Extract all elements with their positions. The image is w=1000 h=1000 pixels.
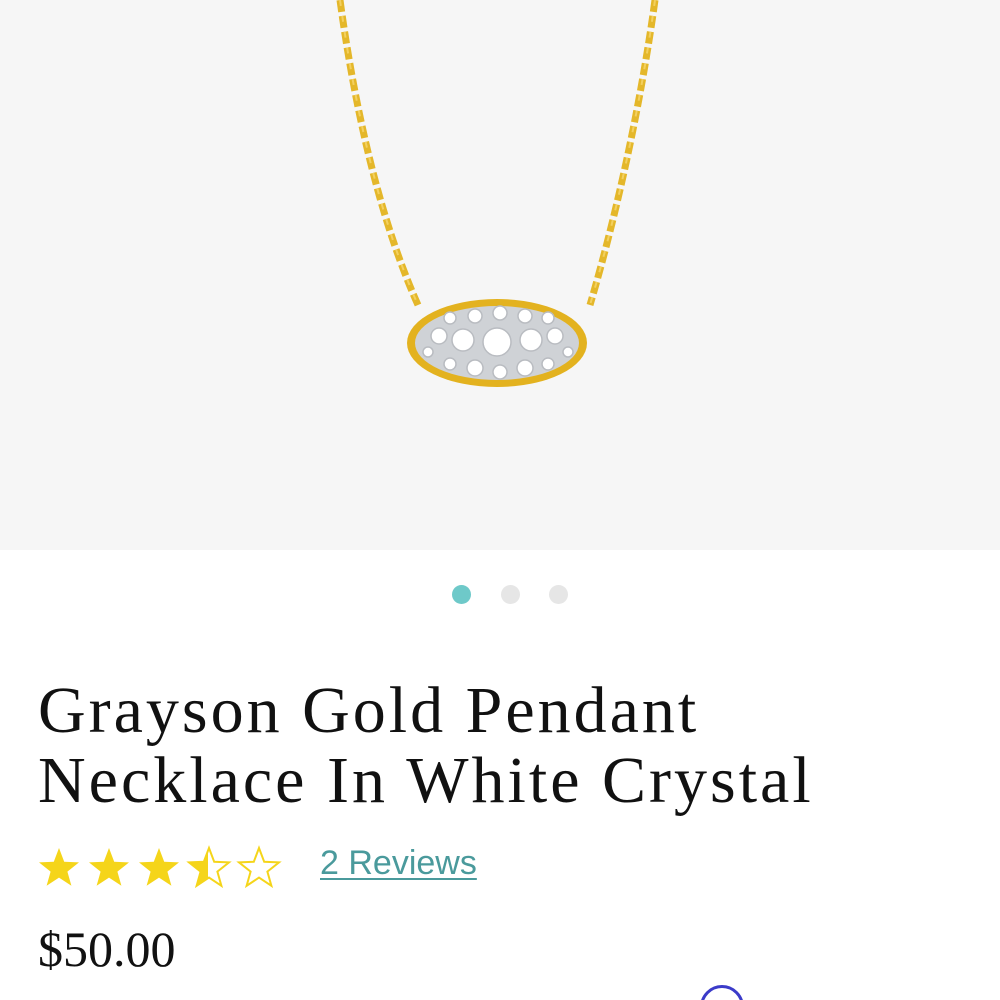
star-icon-3 bbox=[139, 848, 179, 886]
star-rating bbox=[39, 847, 280, 887]
pendant bbox=[407, 299, 587, 387]
star-icon-1 bbox=[39, 848, 79, 886]
product-title: Grayson Gold Pendant Necklace In White C… bbox=[38, 674, 814, 817]
chain-left bbox=[336, 0, 422, 307]
product-image[interactable] bbox=[0, 0, 1000, 550]
product-rating: 2 Reviews bbox=[38, 842, 518, 892]
necklace-image bbox=[336, 0, 659, 387]
info-icon[interactable] bbox=[700, 985, 744, 1000]
carousel-dot-1[interactable] bbox=[452, 585, 471, 604]
star-empty-icon bbox=[238, 847, 280, 887]
cutoff-content bbox=[38, 985, 978, 1000]
carousel-dot-3[interactable] bbox=[549, 585, 568, 604]
image-carousel-dots bbox=[0, 585, 1000, 605]
star-half-icon bbox=[188, 847, 230, 887]
star-icon-2 bbox=[89, 848, 129, 886]
carousel-dot-2[interactable] bbox=[501, 585, 520, 604]
chain-right bbox=[586, 0, 659, 306]
reviews-link[interactable]: 2 Reviews bbox=[320, 844, 477, 883]
product-price: $50.00 bbox=[38, 921, 176, 977]
